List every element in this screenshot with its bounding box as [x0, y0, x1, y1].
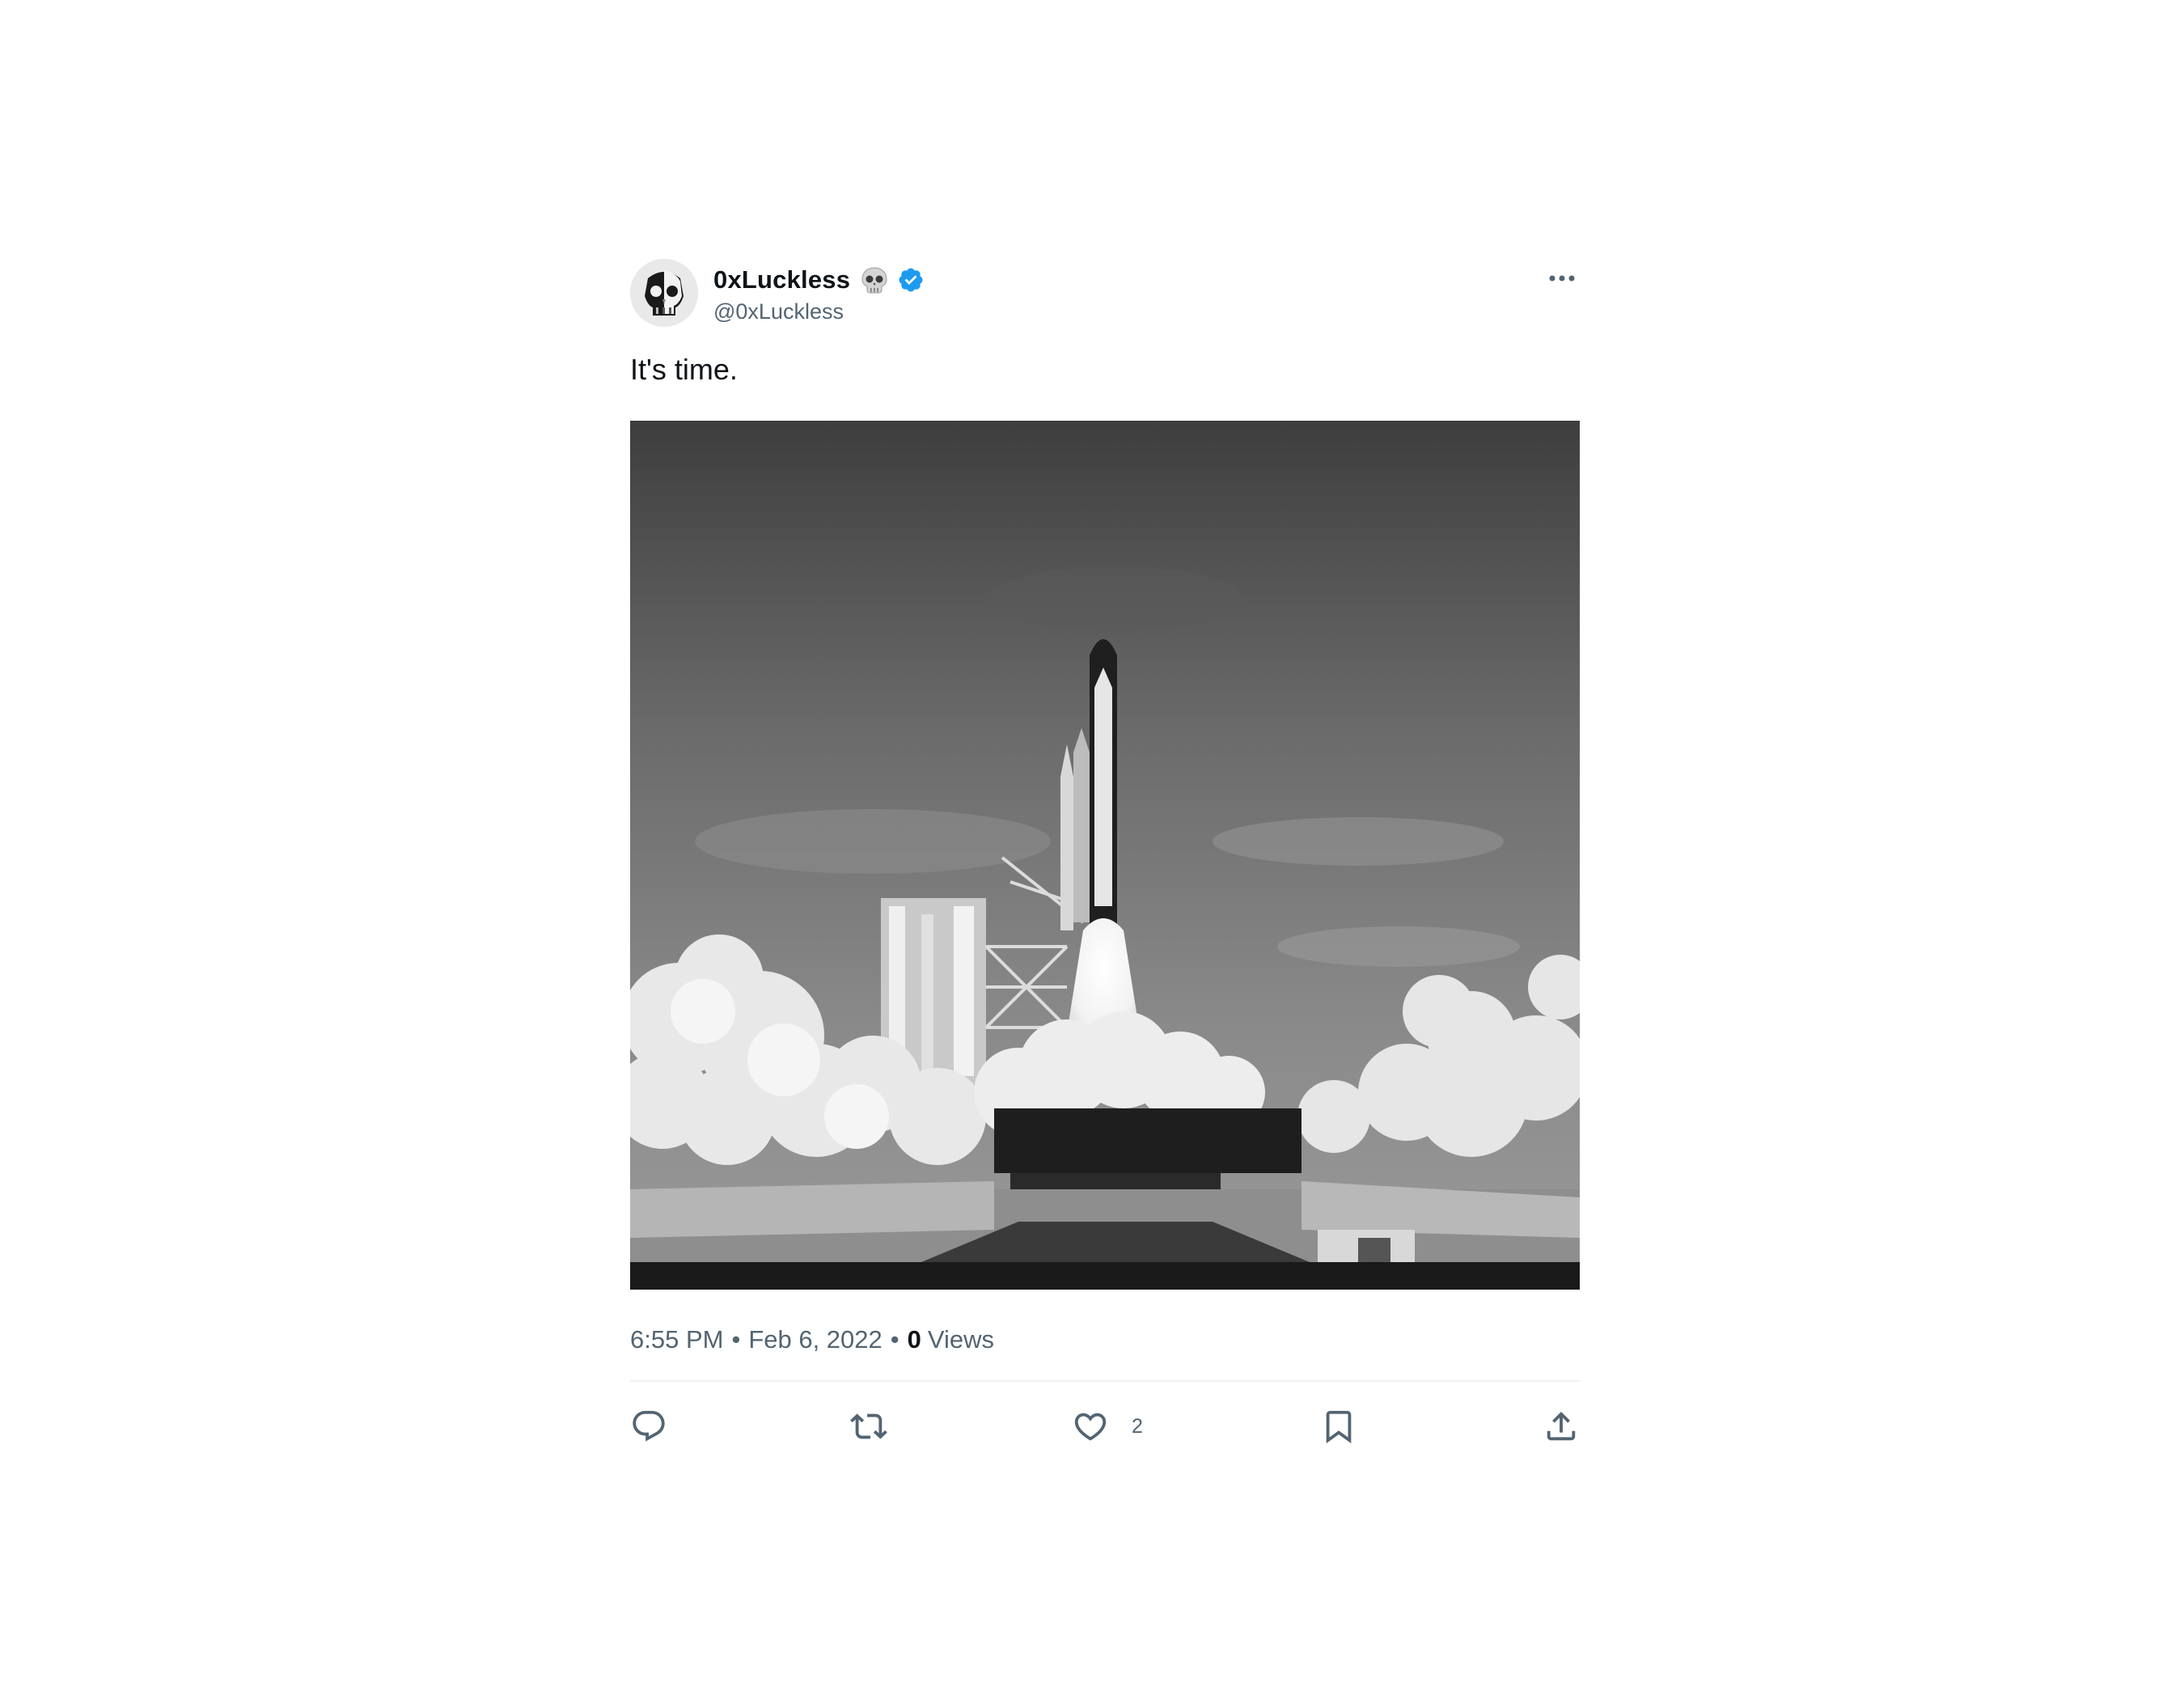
- bookmark-button[interactable]: [1320, 1406, 1357, 1447]
- tweet-time[interactable]: 6:55 PM: [630, 1325, 723, 1354]
- display-name[interactable]: 0xLuckless: [713, 265, 850, 294]
- tweet-date[interactable]: Feb 6, 2022: [748, 1325, 882, 1354]
- avatar[interactable]: [630, 259, 698, 327]
- tweet-metadata: 6:55 PM • Feb 6, 2022 • 0 Views: [630, 1324, 1580, 1356]
- reply-icon: [633, 1410, 665, 1442]
- skull-avatar-icon: [630, 259, 698, 327]
- user-handle[interactable]: @0xLuckless: [713, 299, 844, 324]
- more-options-button[interactable]: [1544, 267, 1580, 290]
- skull-icon: [861, 267, 887, 294]
- tweet-card: 0xLuckless @0xLuckless It's time. 6:55 P…: [630, 259, 1580, 1471]
- views-label: Views: [927, 1325, 995, 1354]
- name-row: 0xLuckless: [713, 264, 925, 296]
- like-count: 2: [1132, 1414, 1143, 1438]
- rocket-launch-image: [630, 421, 1580, 1290]
- like-button[interactable]: 2: [1072, 1406, 1143, 1447]
- bookmark-icon: [1326, 1410, 1352, 1443]
- heart-icon: [1074, 1413, 1107, 1441]
- views-count: 0: [907, 1325, 921, 1354]
- separator-dot: •: [890, 1325, 899, 1354]
- action-bar: 2: [630, 1382, 1580, 1471]
- tweet-text: It's time.: [630, 353, 738, 386]
- tweet-media[interactable]: [630, 421, 1580, 1290]
- separator-dot: •: [731, 1325, 741, 1354]
- retweet-button[interactable]: [850, 1406, 887, 1447]
- retweet-icon: [850, 1413, 887, 1439]
- reply-button[interactable]: [630, 1406, 667, 1447]
- more-options-icon: [1549, 275, 1575, 282]
- verified-badge-icon[interactable]: [897, 266, 925, 294]
- share-button[interactable]: [1543, 1406, 1580, 1447]
- share-icon: [1547, 1411, 1576, 1441]
- tweet-header: 0xLuckless @0xLuckless: [630, 259, 1580, 328]
